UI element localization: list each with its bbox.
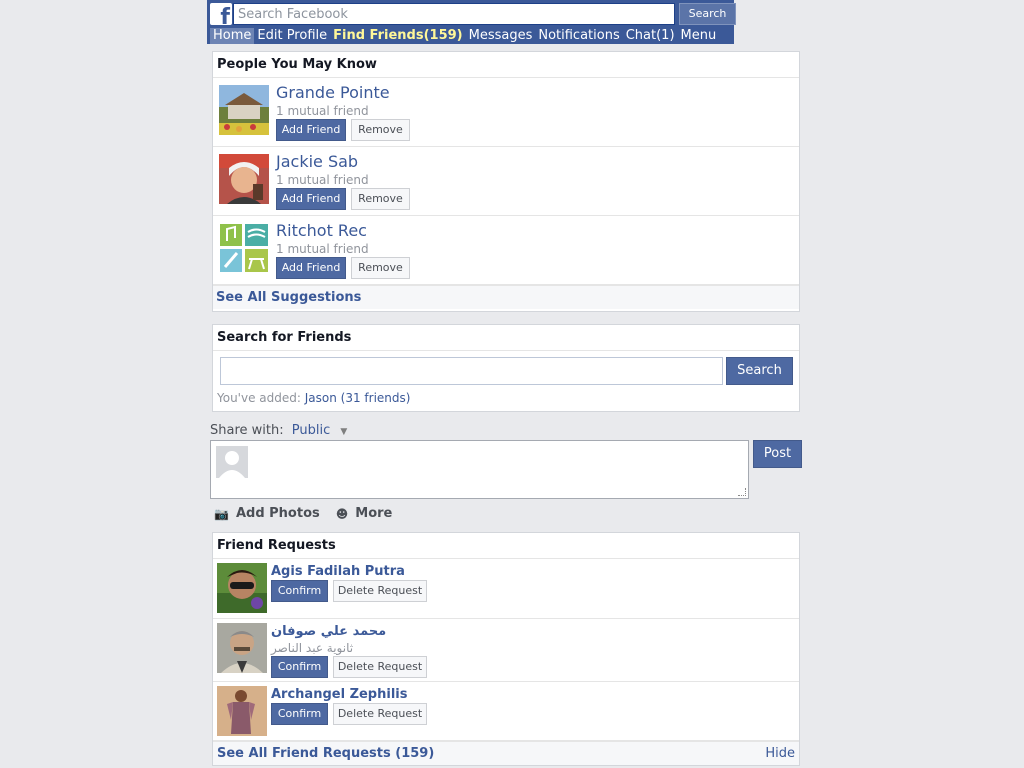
requester-detail: ثانوية عبد الناصر (271, 641, 354, 655)
friend-search-button[interactable]: Search (726, 357, 793, 385)
top-nav: Home Edit Profile Find Friends(159) Mess… (207, 28, 719, 44)
smiley-icon: ☻ (335, 506, 349, 521)
see-all-friend-requests-link[interactable]: See All Friend Requests (159) (217, 746, 434, 761)
requester-name[interactable]: Archangel Zephilis (271, 687, 407, 702)
more-button[interactable]: ☻ More (336, 506, 393, 521)
status-composer[interactable] (210, 440, 749, 499)
requester-name[interactable]: Agis Fadilah Putra (271, 564, 405, 579)
pymk-name[interactable]: Grande Pointe (276, 83, 390, 102)
facebook-logo-icon[interactable]: f (210, 3, 232, 25)
hide-link[interactable]: Hide (765, 742, 795, 766)
search-for-friends-panel: Search for Friends Search You've added: … (212, 324, 800, 412)
composer-actions: 📷 Add Photos ☻ More (214, 506, 392, 521)
see-all-suggestions-link[interactable]: See All Suggestions (213, 285, 799, 309)
more-label: More (355, 506, 393, 521)
pymk-name[interactable]: Jackie Sab (276, 152, 358, 171)
nav-notifications[interactable]: Notifications (535, 28, 622, 44)
nav-chat[interactable]: Chat(1) (623, 28, 678, 44)
people-you-may-know-panel: People You May Know Grande Pointe 1 mutu… (212, 51, 800, 312)
avatar[interactable] (217, 623, 267, 673)
avatar[interactable] (217, 686, 267, 736)
delete-request-button[interactable]: Delete Request (333, 580, 427, 602)
requester-name[interactable]: محمد علي صوفان (271, 624, 386, 639)
nav-messages[interactable]: Messages (466, 28, 536, 44)
added-summary: You've added: Jason (31 friends) (217, 391, 410, 405)
avatar (216, 446, 248, 478)
search-friends-title: Search for Friends (213, 325, 799, 351)
nav-menu[interactable]: Menu (678, 28, 720, 44)
add-friend-button[interactable]: Add Friend (276, 188, 346, 210)
nav-edit-profile[interactable]: Edit Profile (254, 28, 330, 44)
share-with: Share with: Public ▼ (210, 423, 347, 438)
delete-request-button[interactable]: Delete Request (333, 656, 427, 678)
friend-request-item: Agis Fadilah Putra Confirm Delete Reques… (213, 559, 799, 619)
pymk-item: Ritchot Rec 1 mutual friend Add Friend R… (213, 216, 799, 285)
resize-handle[interactable] (738, 488, 746, 496)
avatar[interactable] (219, 223, 269, 273)
nav-find-friends[interactable]: Find Friends(159) (330, 28, 465, 44)
friend-requests-footer: See All Friend Requests (159) Hide (213, 741, 799, 765)
post-button[interactable]: Post (753, 440, 802, 468)
caret-down-icon[interactable]: ▼ (340, 427, 347, 437)
audience-selector[interactable]: Public (292, 423, 330, 438)
added-friend-link[interactable]: Jason (31 friends) (305, 391, 411, 405)
added-prefix: You've added: (217, 391, 301, 405)
friend-search-input[interactable] (220, 357, 723, 385)
friend-request-item: محمد علي صوفان ثانوية عبد الناصر Confirm… (213, 619, 799, 682)
mutual-friends[interactable]: 1 mutual friend (276, 242, 369, 256)
camera-icon: 📷 (214, 506, 229, 521)
remove-button[interactable]: Remove (351, 257, 410, 279)
pymk-item: Grande Pointe 1 mutual friend Add Friend… (213, 78, 799, 147)
search-input[interactable] (234, 4, 674, 24)
share-with-label: Share with: (210, 423, 284, 438)
search-button[interactable]: Search (679, 3, 736, 25)
nav-home[interactable]: Home (210, 28, 255, 44)
confirm-button[interactable]: Confirm (271, 656, 328, 678)
add-friend-button[interactable]: Add Friend (276, 119, 346, 141)
top-bar: f Search Home Edit Profile Find Friends(… (207, 0, 736, 44)
add-photos-button[interactable]: 📷 Add Photos (214, 506, 320, 521)
pymk-name[interactable]: Ritchot Rec (276, 221, 367, 240)
pymk-item: Jackie Sab 1 mutual friend Add Friend Re… (213, 147, 799, 216)
friend-requests-panel: Friend Requests Agis Fadilah Putra Confi… (212, 532, 800, 766)
friend-requests-title: Friend Requests (213, 533, 799, 559)
confirm-button[interactable]: Confirm (271, 703, 328, 725)
friend-request-item: Archangel Zephilis Confirm Delete Reques… (213, 682, 799, 741)
pymk-title: People You May Know (213, 52, 799, 78)
avatar[interactable] (217, 563, 267, 613)
search-field[interactable] (233, 3, 675, 25)
avatar[interactable] (219, 154, 269, 204)
delete-request-button[interactable]: Delete Request (333, 703, 427, 725)
remove-button[interactable]: Remove (351, 188, 410, 210)
confirm-button[interactable]: Confirm (271, 580, 328, 602)
add-photos-label: Add Photos (235, 506, 320, 521)
add-friend-button[interactable]: Add Friend (276, 257, 346, 279)
remove-button[interactable]: Remove (351, 119, 410, 141)
mutual-friends[interactable]: 1 mutual friend (276, 104, 369, 118)
avatar[interactable] (219, 85, 269, 135)
mutual-friends[interactable]: 1 mutual friend (276, 173, 369, 187)
